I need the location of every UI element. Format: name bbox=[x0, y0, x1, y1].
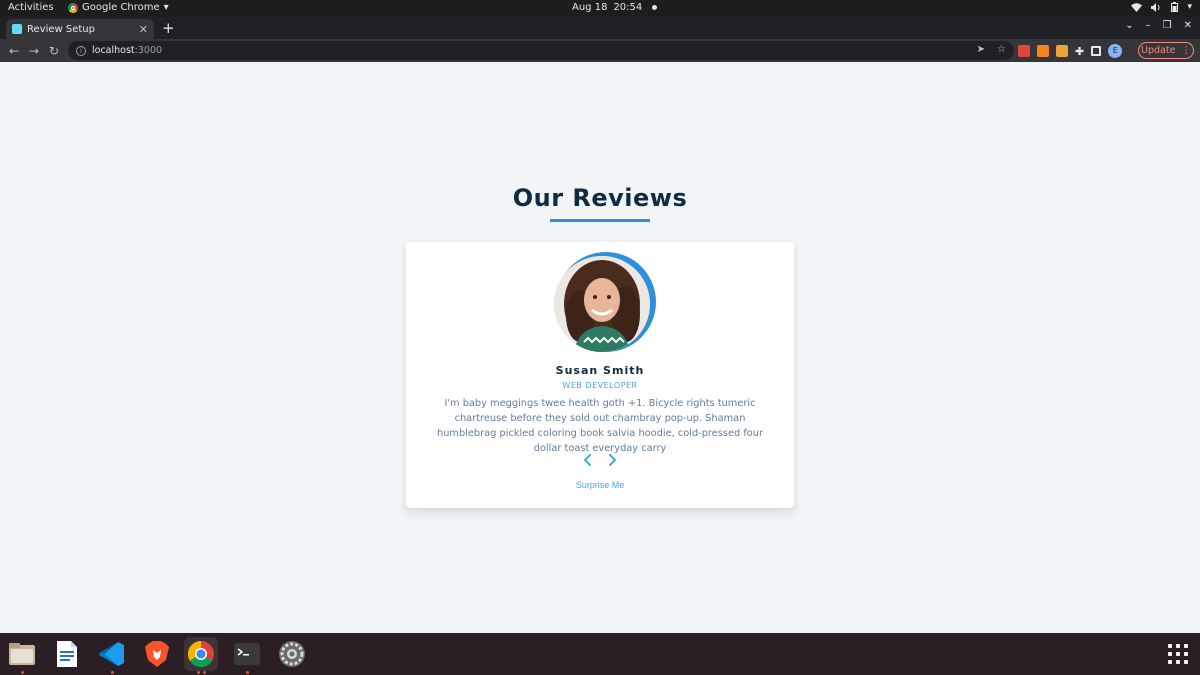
tab-review-setup[interactable]: Review Setup ✕ bbox=[6, 19, 154, 39]
url-port: :3000 bbox=[134, 45, 163, 56]
avatar-container bbox=[554, 252, 656, 354]
forward-icon[interactable]: → bbox=[24, 44, 44, 58]
extension-orange-icon[interactable] bbox=[1056, 45, 1068, 57]
profile-avatar[interactable]: E bbox=[1108, 44, 1123, 58]
prev-button[interactable] bbox=[582, 452, 592, 468]
reviewer-name: Susan Smith bbox=[555, 364, 645, 377]
extension-red-icon[interactable] bbox=[1018, 45, 1030, 57]
next-button[interactable] bbox=[608, 452, 618, 468]
tab-search-icon[interactable]: ⌄ bbox=[1125, 20, 1133, 31]
clock-time: 20:54 bbox=[613, 2, 643, 13]
notification-dot bbox=[652, 5, 658, 10]
kebab-menu-icon: ⋮ bbox=[1181, 45, 1191, 56]
app-menu[interactable]: Google Chrome ▾ bbox=[68, 2, 169, 13]
power-menu-caret-icon: ▾ bbox=[1187, 2, 1192, 12]
person-photo bbox=[554, 256, 650, 352]
chevron-right-icon bbox=[609, 454, 617, 466]
dock bbox=[0, 633, 1200, 675]
back-icon[interactable]: ← bbox=[4, 44, 24, 58]
metamask-fox-icon[interactable] bbox=[1037, 45, 1049, 57]
surprise-me-button[interactable]: Surprise Me bbox=[406, 480, 794, 490]
site-info-icon[interactable]: i bbox=[76, 45, 86, 56]
running-indicator bbox=[202, 671, 206, 674]
reviewer-job: WEB DEVELOPER bbox=[562, 381, 638, 390]
dock-brave[interactable] bbox=[140, 637, 174, 671]
battery-icon bbox=[1171, 2, 1179, 12]
clock-date: Aug 18 bbox=[572, 2, 608, 13]
close-tab-icon[interactable]: ✕ bbox=[139, 23, 148, 36]
update-label: Update bbox=[1141, 45, 1176, 56]
chrome-icon bbox=[187, 640, 214, 668]
restore-icon[interactable]: ❐ bbox=[1163, 20, 1172, 31]
caret-down-icon: ▾ bbox=[163, 2, 169, 13]
system-top-bar: Activities Google Chrome ▾ Aug 18 20:54 … bbox=[0, 0, 1200, 17]
review-card: Susan Smith WEB DEVELOPER I'm baby meggi… bbox=[406, 242, 794, 508]
running-indicator bbox=[196, 671, 200, 674]
running-indicator bbox=[20, 671, 24, 674]
vscode-icon bbox=[99, 642, 124, 666]
page-title: Our Reviews bbox=[512, 184, 688, 212]
tab-strip: Review Setup ✕ + ⌄ – ❐ ✕ bbox=[0, 17, 1200, 39]
send-to-device-icon[interactable]: ➤ bbox=[977, 44, 985, 55]
address-bar[interactable]: i localhost:3000 ➤ ☆ bbox=[68, 41, 1014, 60]
tab-title: Review Setup bbox=[27, 23, 95, 35]
title-underline bbox=[550, 219, 650, 222]
volume-icon bbox=[1151, 2, 1160, 12]
dock-terminal[interactable] bbox=[230, 637, 264, 674]
text-editor-icon bbox=[57, 641, 77, 667]
wifi-icon bbox=[1131, 2, 1143, 12]
update-button[interactable]: Update ⋮ bbox=[1138, 42, 1194, 59]
review-text: I'm baby meggings twee health goth +1. B… bbox=[437, 398, 763, 454]
activities-button[interactable]: Activities bbox=[8, 2, 54, 13]
extensions-area: ✚ E bbox=[1018, 44, 1123, 58]
window-controls: ⌄ – ❐ ✕ bbox=[1125, 20, 1192, 31]
minimize-icon[interactable]: – bbox=[1146, 20, 1151, 31]
running-indicator bbox=[110, 671, 114, 674]
system-tray[interactable]: ▾ bbox=[1131, 2, 1192, 12]
running-indicator bbox=[245, 671, 249, 674]
dock-vscode[interactable] bbox=[95, 637, 129, 674]
puzzle-extensions-icon[interactable]: ✚ bbox=[1075, 45, 1084, 58]
page-viewport: Our Reviews Susan Smith WEB DEVELOPER I'… bbox=[0, 62, 1200, 633]
new-tab-button[interactable]: + bbox=[162, 19, 175, 37]
files-icon bbox=[9, 643, 35, 665]
brave-icon bbox=[145, 641, 169, 667]
show-applications-icon[interactable] bbox=[1168, 644, 1188, 664]
chevron-left-icon bbox=[583, 454, 591, 466]
dock-files[interactable] bbox=[5, 637, 39, 674]
react-favicon-icon bbox=[12, 24, 22, 34]
bookmark-star-icon[interactable]: ☆ bbox=[997, 44, 1006, 55]
clock[interactable]: Aug 18 20:54 bbox=[572, 2, 658, 13]
browser-toolbar: ← → ↻ i localhost:3000 ➤ ☆ ✚ E Update ⋮ bbox=[0, 39, 1200, 62]
url-host: localhost bbox=[92, 45, 135, 56]
app-menu-label: Google Chrome bbox=[82, 2, 160, 13]
side-panel-icon[interactable] bbox=[1091, 46, 1102, 56]
dock-chrome[interactable] bbox=[184, 637, 218, 674]
terminal-icon bbox=[234, 643, 260, 665]
dock-settings[interactable] bbox=[275, 637, 309, 671]
reload-icon[interactable]: ↻ bbox=[44, 44, 64, 58]
review-nav bbox=[406, 452, 794, 468]
dock-text-editor[interactable] bbox=[50, 637, 84, 671]
avatar bbox=[554, 256, 650, 352]
close-window-icon[interactable]: ✕ bbox=[1184, 20, 1192, 31]
chrome-icon bbox=[68, 2, 78, 13]
settings-icon bbox=[279, 641, 305, 667]
